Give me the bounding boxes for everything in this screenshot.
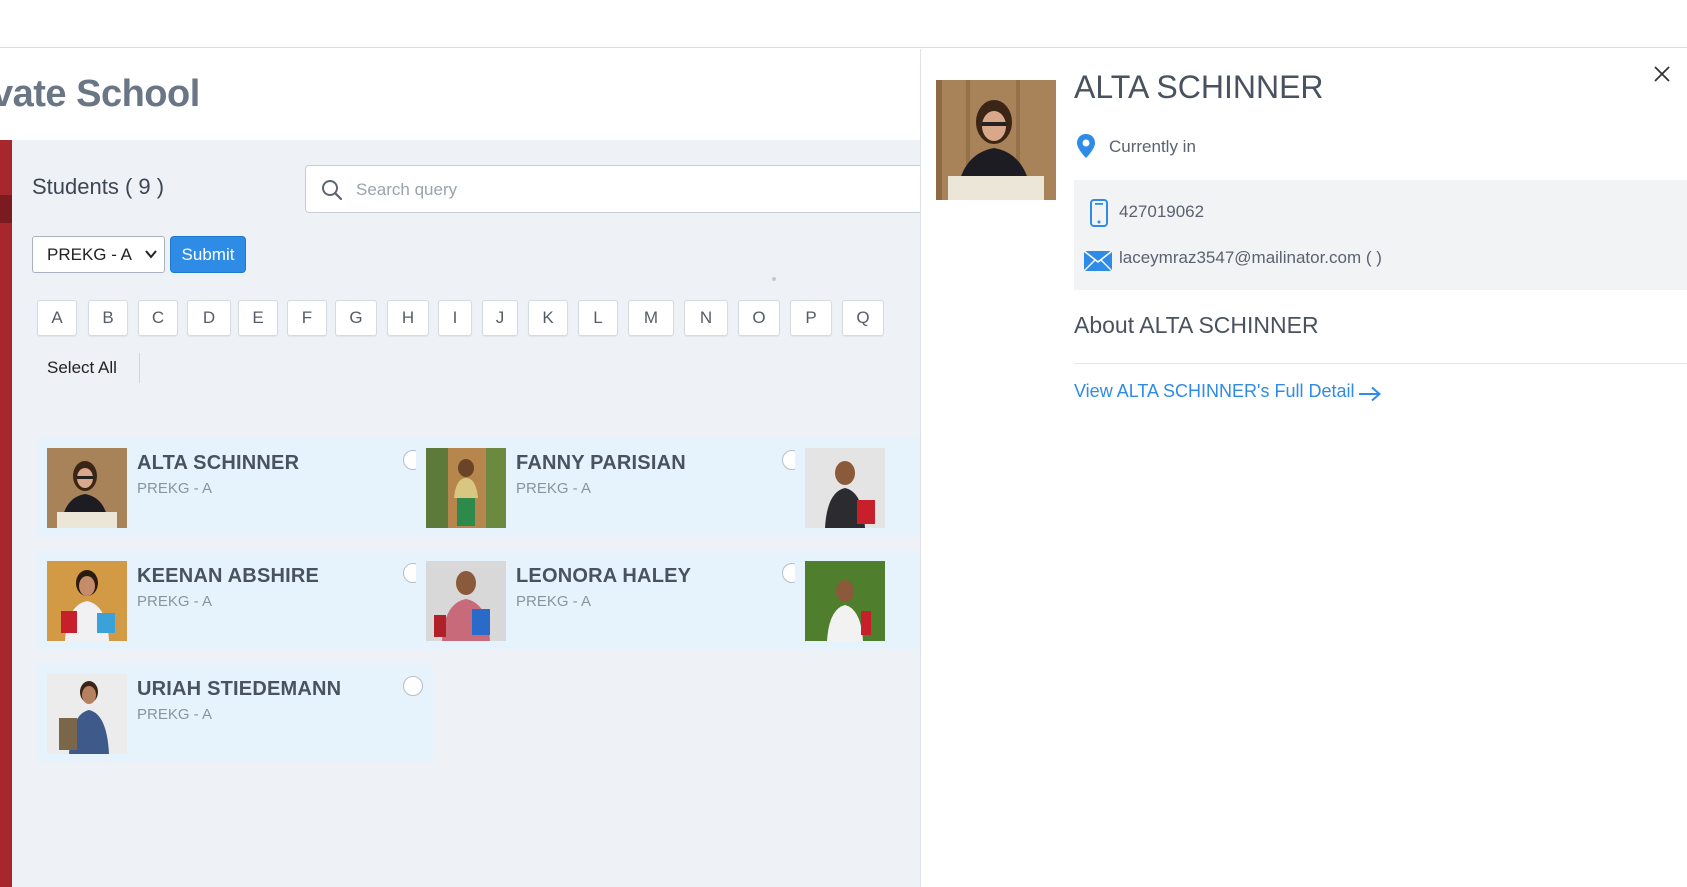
- student-card[interactable]: ALTA SCHINNER PREKG - A: [37, 438, 433, 536]
- letter-filter-button[interactable]: J: [482, 300, 518, 336]
- grade-select-value: PREKG - A: [47, 245, 133, 264]
- student-card[interactable]: KEENAN ABSHIRE PREKG - A: [37, 551, 433, 649]
- student-name: ALTA SCHINNER: [137, 452, 300, 474]
- student-photo: [805, 561, 885, 641]
- student-card[interactable]: [795, 438, 920, 536]
- student-grade: PREKG - A: [137, 593, 213, 610]
- student-photo: [936, 80, 1056, 200]
- select-all-button[interactable]: Select All: [47, 358, 117, 378]
- grade-select[interactable]: PREKG - A: [32, 236, 165, 273]
- student-grade: PREKG - A: [137, 706, 213, 723]
- student-grade: PREKG - A: [516, 593, 592, 610]
- school-title: vate School: [0, 73, 200, 115]
- divider: [139, 353, 140, 383]
- search-icon: [322, 180, 343, 201]
- search-box[interactable]: [305, 165, 920, 213]
- letter-filter-button[interactable]: C: [138, 300, 178, 336]
- student-photo: [805, 448, 885, 528]
- students-heading: Students ( 9 ): [32, 174, 165, 199]
- email-address[interactable]: laceymraz3547@mailinator.com ( ): [1119, 248, 1382, 268]
- letter-filter-button[interactable]: P: [790, 300, 832, 336]
- sidebar-edge: [0, 140, 12, 887]
- letter-filter-button[interactable]: L: [578, 300, 618, 336]
- sidebar-active-marker: [0, 195, 12, 223]
- full-detail-link[interactable]: View ALTA SCHINNER's Full Detail: [1074, 381, 1355, 402]
- chevron-down-icon: [145, 250, 157, 259]
- student-photo: [47, 448, 127, 528]
- student-name: FANNY PARISIAN: [516, 452, 686, 474]
- student-grade: PREKG - A: [516, 480, 592, 497]
- arrow-right-icon[interactable]: [1358, 386, 1382, 402]
- letter-filter-button[interactable]: N: [684, 300, 728, 336]
- contact-info: 427019062 laceymraz3547@mailinator.com (…: [1074, 180, 1687, 290]
- about-heading: About ALTA SCHINNER: [1074, 312, 1319, 338]
- student-card[interactable]: FANNY PARISIAN PREKG - A: [416, 438, 812, 536]
- letter-filter-button[interactable]: A: [37, 300, 77, 336]
- loading-dot: [772, 277, 776, 281]
- divider: [1074, 363, 1687, 364]
- letter-filter-button[interactable]: K: [528, 300, 568, 336]
- student-name: URIAH STIEDEMANN: [137, 678, 342, 700]
- letter-filter-button[interactable]: Q: [842, 300, 884, 336]
- letter-filter-button[interactable]: D: [187, 300, 231, 336]
- school-header: vate School: [0, 49, 920, 140]
- search-input[interactable]: [356, 176, 916, 204]
- student-name: LEONORA HALEY: [516, 565, 692, 587]
- letter-filter-button[interactable]: H: [387, 300, 429, 336]
- student-select-radio[interactable]: [403, 676, 423, 696]
- student-card[interactable]: [795, 551, 920, 649]
- letter-filter-button[interactable]: B: [88, 300, 128, 336]
- letter-filter-button[interactable]: G: [335, 300, 377, 336]
- letter-filter-button[interactable]: E: [238, 300, 278, 336]
- envelope-icon: [1084, 251, 1112, 271]
- student-card[interactable]: URIAH STIEDEMANN PREKG - A: [37, 664, 433, 762]
- letter-filter-button[interactable]: F: [287, 300, 327, 336]
- students-main: Students ( 9 ) PREKG - A Submit A B C D …: [12, 140, 920, 887]
- map-pin-icon: [1077, 134, 1095, 158]
- student-grade: PREKG - A: [137, 480, 213, 497]
- student-photo: [426, 448, 506, 528]
- student-detail-name: ALTA SCHINNER: [1074, 69, 1324, 105]
- phone-number: 427019062: [1119, 202, 1205, 221]
- student-photo: [426, 561, 506, 641]
- submit-button[interactable]: Submit: [170, 236, 246, 273]
- close-icon[interactable]: [1651, 63, 1673, 85]
- location-text: Currently in: [1109, 137, 1196, 156]
- phone-icon: [1090, 199, 1108, 227]
- student-name: KEENAN ABSHIRE: [137, 565, 320, 587]
- student-detail-panel: ALTA SCHINNER Currently in 427019062 lac…: [920, 49, 1687, 887]
- letter-filter-button[interactable]: M: [628, 300, 674, 336]
- letter-filter-button[interactable]: I: [438, 300, 472, 336]
- student-photo: [47, 674, 127, 754]
- student-photo: [47, 561, 127, 641]
- top-bar: [0, 0, 1687, 48]
- letter-filter-button[interactable]: O: [738, 300, 780, 336]
- student-card[interactable]: LEONORA HALEY PREKG - A: [416, 551, 812, 649]
